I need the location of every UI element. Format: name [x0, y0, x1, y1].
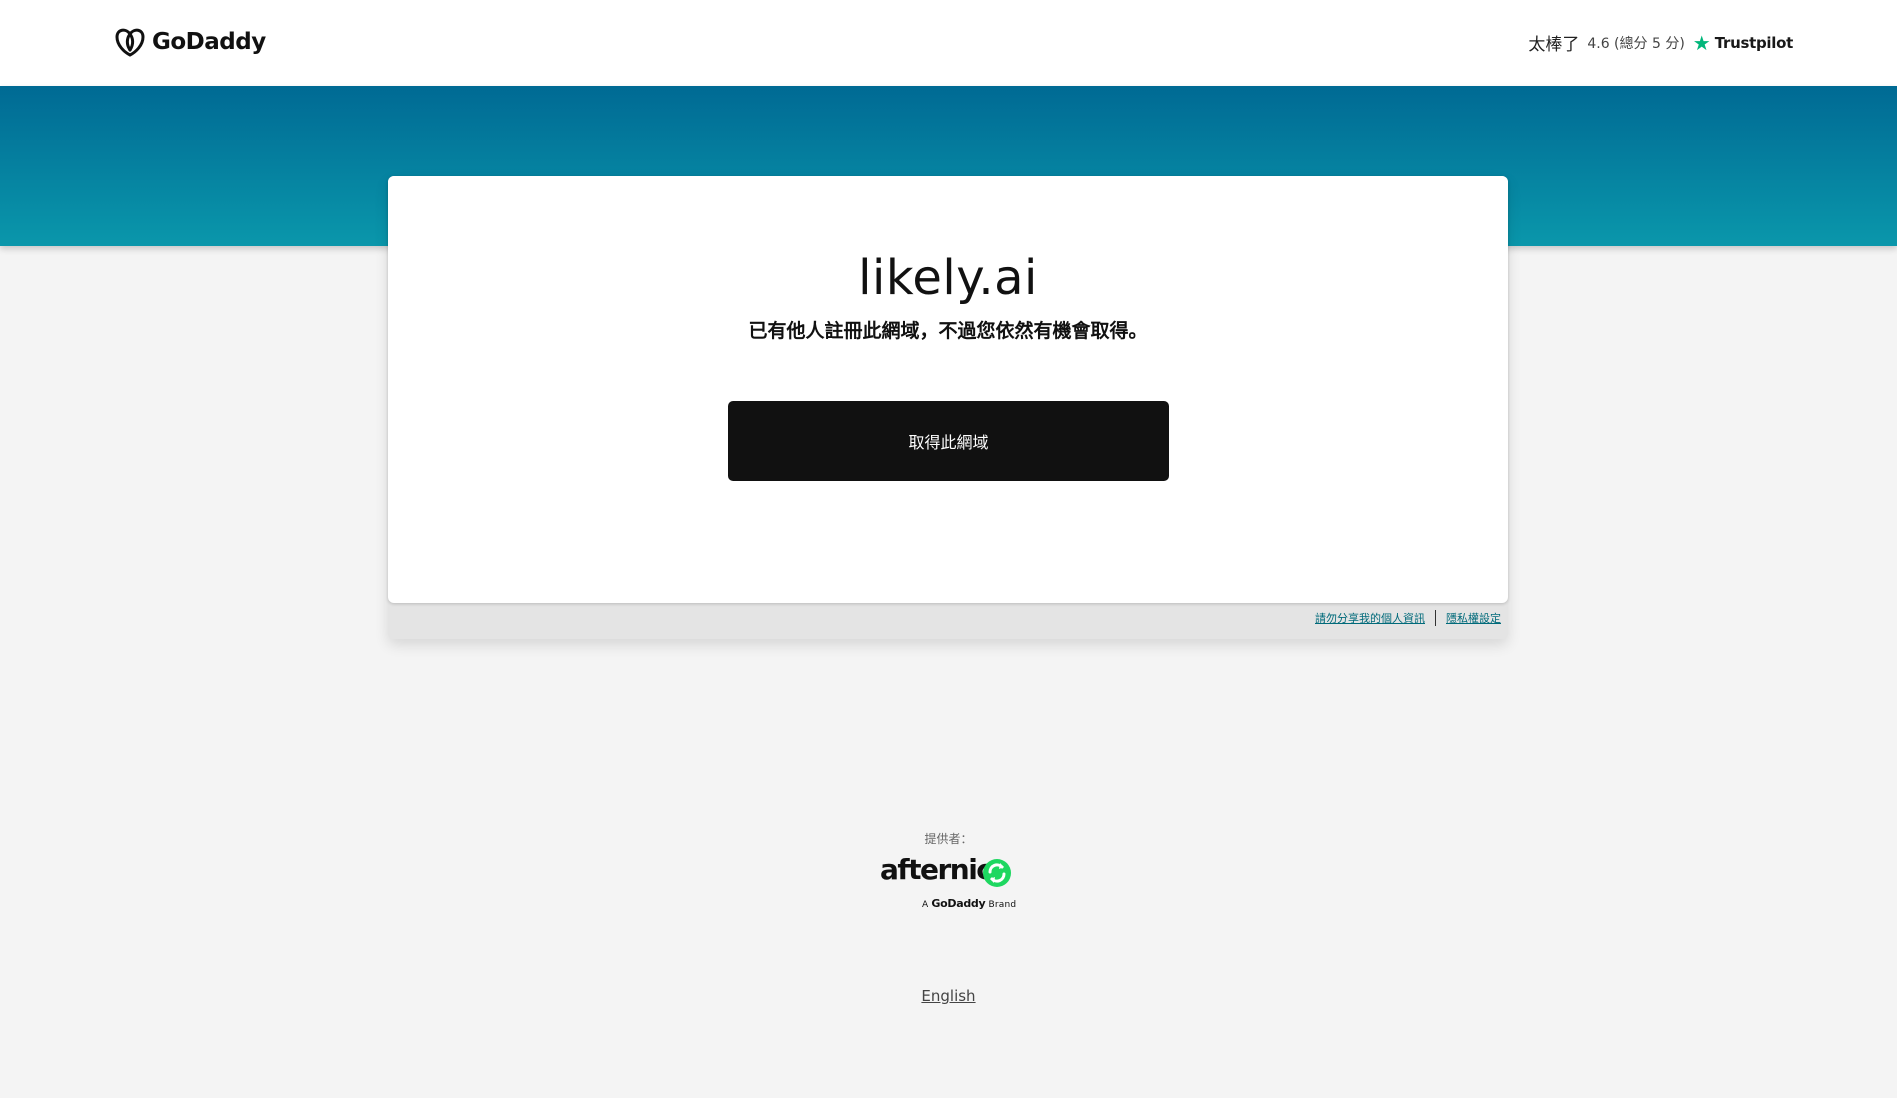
trustpilot-star-icon: ★: [1692, 30, 1711, 55]
provider-label: 提供者：: [924, 832, 973, 846]
domain-title: likely.ai: [858, 250, 1038, 306]
godaddy-wordmark: GoDaddy: [152, 29, 266, 55]
afternic-tagline: A GoDaddy Brand: [922, 897, 1016, 910]
domain-status-message: 已有他人註冊此網域，不過您依然有機會取得。: [748, 320, 1148, 342]
card-footer-links: 請勿分享我的個人資訊 隱私權設定: [1315, 610, 1501, 626]
afternic-wordmark: afternic: [880, 853, 993, 886]
trustpilot-rating[interactable]: 太棒了 4.6 (總分 5 分) ★ Trustpilot: [1528, 30, 1794, 56]
get-domain-button[interactable]: 取得此網域: [728, 401, 1169, 481]
afternic-logo[interactable]: afternic A GoDaddy Brand: [880, 853, 1020, 913]
tagline-prefix: A: [922, 900, 929, 910]
tagline-brand: GoDaddy: [931, 897, 986, 910]
english-language-link[interactable]: English: [921, 987, 975, 1005]
domain-card-container: likely.ai 已有他人註冊此網域，不過您依然有機會取得。 取得此網域 請勿…: [388, 176, 1508, 639]
do-not-share-info-link[interactable]: 請勿分享我的個人資訊: [1315, 610, 1425, 626]
afternic-refresh-icon: [983, 859, 1011, 887]
privacy-settings-link[interactable]: 隱私權設定: [1446, 610, 1501, 626]
link-divider: [1435, 610, 1436, 626]
tagline-suffix: Brand: [988, 900, 1017, 910]
trustpilot-wordmark: Trustpilot: [1714, 33, 1794, 52]
godaddy-logo[interactable]: GoDaddy: [114, 27, 266, 57]
godaddy-heart-icon: [115, 28, 145, 57]
domain-card: likely.ai 已有他人註冊此網域，不過您依然有機會取得。 取得此網域: [388, 176, 1508, 603]
site-header: GoDaddy 太棒了 4.6 (總分 5 分) ★ Trustpilot: [0, 0, 1897, 87]
rating-word: 太棒了: [1528, 35, 1580, 55]
language-switcher: English: [0, 987, 1897, 1005]
rating-score: 4.6 (總分 5 分): [1587, 35, 1685, 52]
